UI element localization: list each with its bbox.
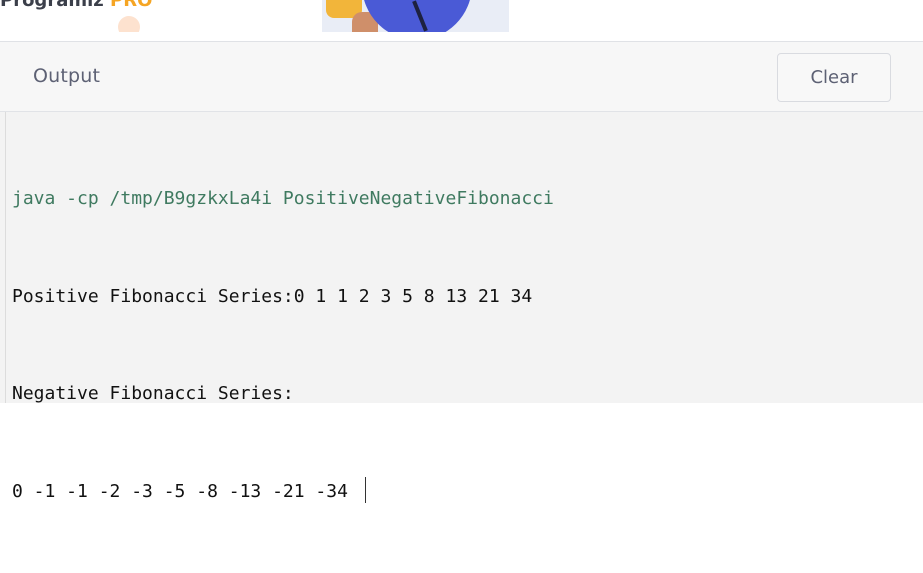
banner-text: Programiz PRO xyxy=(0,0,152,11)
command-line: java -cp /tmp/B9gzkxLa4i PositiveNegativ… xyxy=(12,188,554,209)
output-panel: Output Clear java -cp /tmp/B9gzkxLa4i Po… xyxy=(0,41,923,503)
banner-illustration xyxy=(322,0,509,32)
console-output[interactable]: java -cp /tmp/B9gzkxLa4i PositiveNegativ… xyxy=(12,118,554,573)
output-title: Output xyxy=(33,65,101,87)
banner-accent-text: PRO xyxy=(103,0,153,11)
output-header: Output Clear xyxy=(0,42,923,112)
banner-decoration xyxy=(118,16,140,32)
ad-banner[interactable]: Programiz PRO xyxy=(0,0,509,32)
output-line-negative-values: 0 -1 -1 -2 -3 -5 -8 -13 -21 -34 xyxy=(12,476,554,509)
clear-button[interactable]: Clear xyxy=(777,53,891,102)
banner-brand-text: Programiz xyxy=(0,0,104,11)
text-cursor-icon xyxy=(364,476,366,503)
output-line-negative-label: Negative Fibonacci Series: xyxy=(12,383,294,404)
output-line-negative-values-text: 0 -1 -1 -2 -3 -5 -8 -13 -21 -34 xyxy=(12,480,359,502)
output-line-positive: Positive Fibonacci Series:0 1 1 2 3 5 8 … xyxy=(12,285,533,307)
